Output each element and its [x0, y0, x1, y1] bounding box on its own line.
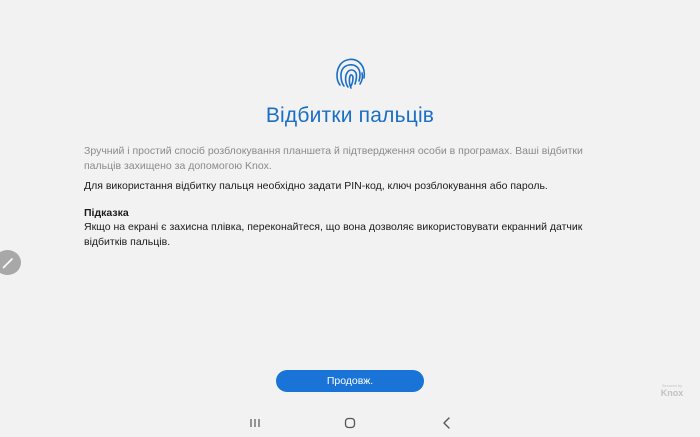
- nav-home-button[interactable]: [340, 414, 360, 432]
- fingerprint-icon: [336, 58, 366, 89]
- description-main: Для використання відбитку пальця необхід…: [84, 180, 548, 192]
- back-icon: [443, 417, 450, 429]
- continue-button[interactable]: Продовж.: [276, 370, 424, 392]
- pencil-icon: [2, 257, 13, 268]
- nav-recents-button[interactable]: [245, 414, 265, 432]
- description-muted: Зручний і простий спосіб розблокування п…: [84, 145, 583, 172]
- content-area: Зручний і простий спосіб розблокування п…: [84, 144, 600, 249]
- edge-panel-handle[interactable]: [0, 250, 21, 275]
- page-title: Відбитки пальців: [265, 104, 435, 127]
- nav-back-button[interactable]: [437, 414, 457, 432]
- knox-brand: Knox: [660, 388, 684, 398]
- recents-icon: [250, 419, 260, 427]
- hint-title: Підказка: [84, 206, 129, 219]
- home-icon: [344, 417, 356, 429]
- knox-badge: Secured by Knox: [652, 383, 692, 398]
- hint-body: Якщо на екрані є захисна плівка, перекон…: [84, 221, 583, 248]
